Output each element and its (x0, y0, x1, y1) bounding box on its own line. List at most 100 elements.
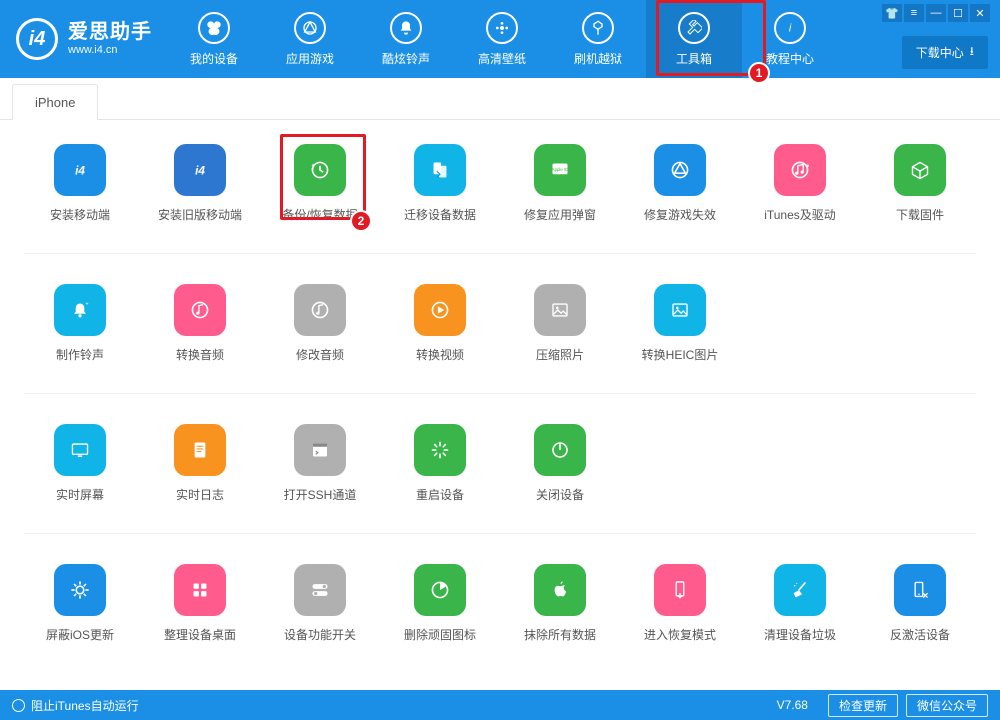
tool-label: 修复游戏失效 (644, 206, 716, 223)
annotation-badge-2: 2 (350, 210, 372, 232)
wallpapers-icon (486, 12, 518, 44)
logo-icon: i4 (16, 18, 58, 60)
tool-delete-stubborn-icon[interactable]: 删除顽固图标 (384, 558, 496, 649)
nav-label: 高清壁纸 (478, 50, 526, 67)
ringtones-icon (390, 12, 422, 44)
tool-modify-audio[interactable]: 修改音频 (264, 278, 376, 369)
tool-live-log[interactable]: 实时日志 (144, 418, 256, 509)
tool-open-ssh[interactable]: 打开SSH通道 (264, 418, 376, 509)
tool-make-ringtone[interactable]: +制作铃声 (24, 278, 136, 369)
tab-iphone[interactable]: iPhone (12, 84, 98, 120)
nav-flash-jailbreak[interactable]: 刷机越狱 (550, 0, 646, 78)
tool-label: 修复应用弹窗 (524, 206, 596, 223)
nav-label: 酷炫铃声 (382, 50, 430, 67)
tool-live-screen[interactable]: 实时屏幕 (24, 418, 136, 509)
fix-game-fail-icon (654, 144, 706, 196)
tool-label: 备份/恢复数据 (282, 206, 357, 223)
tool-label: 屏蔽iOS更新 (46, 626, 114, 643)
nav-toolbox[interactable]: 工具箱 (646, 0, 742, 78)
row-divider (24, 253, 976, 254)
tool-label: 转换音频 (176, 346, 224, 363)
minimize-button[interactable]: — (926, 4, 946, 22)
erase-all-data-icon (534, 564, 586, 616)
tool-convert-audio[interactable]: 转换音频 (144, 278, 256, 369)
tool-organize-desktop[interactable]: 整理设备桌面 (144, 558, 256, 649)
row-divider (24, 533, 976, 534)
tool-label: 实时日志 (176, 486, 224, 503)
tool-install-old-mobile[interactable]: i4安装旧版移动端 (144, 138, 256, 229)
tool-backup-restore[interactable]: 备份/恢复数据2 (264, 138, 376, 229)
nav-label: 刷机越狱 (574, 50, 622, 67)
nav-my-device[interactable]: 我的设备 (166, 0, 262, 78)
toolbox-content: i4安装移动端i4安装旧版移动端备份/恢复数据2迁移设备数据Apple ID修复… (0, 120, 1000, 690)
menu-icon[interactable]: ≡ (904, 4, 924, 22)
tool-label: 反激活设备 (890, 626, 950, 643)
svg-text:i4: i4 (75, 163, 85, 177)
live-screen-icon (54, 424, 106, 476)
make-ringtone-icon: + (54, 284, 106, 336)
reboot-device-icon (414, 424, 466, 476)
tool-install-mobile[interactable]: i4 安装移动端 (24, 138, 136, 229)
tool-block-ios-update[interactable]: 屏蔽iOS更新 (24, 558, 136, 649)
wechat-button[interactable]: 微信公众号 (906, 694, 988, 717)
nav-label: 应用游戏 (286, 50, 334, 67)
nav-label: 教程中心 (766, 50, 814, 67)
nav-ringtones[interactable]: 酷炫铃声 (358, 0, 454, 78)
convert-video-icon (414, 284, 466, 336)
tool-fix-app-popup[interactable]: Apple ID 修复应用弹窗 (504, 138, 616, 229)
block-itunes-label[interactable]: 阻止iTunes自动运行 (31, 697, 139, 714)
tool-convert-video[interactable]: 转换视频 (384, 278, 496, 369)
app-subtitle: www.i4.cn (68, 44, 152, 57)
tool-enter-recovery[interactable]: 进入恢复模式 (624, 558, 736, 649)
convert-audio-icon (174, 284, 226, 336)
install-old-mobile-icon: i4 (174, 144, 226, 196)
tool-label: iTunes及驱动 (764, 206, 836, 223)
download-center-label: 下载中心 (916, 44, 964, 61)
window-controls: 👕 ≡ — ☐ ✕ (882, 4, 990, 22)
download-center-button[interactable]: 下载中心 ⭳ (902, 36, 988, 69)
close-button[interactable]: ✕ (970, 4, 990, 22)
nav-label: 我的设备 (190, 50, 238, 67)
svg-text:i: i (789, 22, 792, 34)
maximize-button[interactable]: ☐ (948, 4, 968, 22)
annotation-badge-1: 1 (748, 62, 770, 84)
tool-migrate-data[interactable]: 迁移设备数据 (384, 138, 496, 229)
check-update-button[interactable]: 检查更新 (828, 694, 898, 717)
tool-compress-photo[interactable]: 压缩照片 (504, 278, 616, 369)
tool-download-firmware[interactable]: 下载固件 (864, 138, 976, 229)
modify-audio-icon (294, 284, 346, 336)
deactivate-device-icon (894, 564, 946, 616)
nav-label: 工具箱 (676, 50, 712, 67)
tool-device-switches[interactable]: 设备功能开关 (264, 558, 376, 649)
tool-label: 设备功能开关 (284, 626, 356, 643)
logo-text: 爱思助手 www.i4.cn (68, 21, 152, 57)
tool-label: 安装移动端 (50, 206, 110, 223)
tool-convert-heic[interactable]: 转换HEIC图片 (624, 278, 736, 369)
fix-app-popup-icon: Apple ID (534, 144, 586, 196)
tool-itunes-driver[interactable]: iTunes及驱动 (744, 138, 856, 229)
tool-reboot-device[interactable]: 重启设备 (384, 418, 496, 509)
itunes-driver-icon (774, 144, 826, 196)
compress-photo-icon (534, 284, 586, 336)
toolbox-icon (678, 12, 710, 44)
apps-games-icon (294, 12, 326, 44)
tool-label: 重启设备 (416, 486, 464, 503)
install-mobile-icon: i4 (54, 144, 106, 196)
delete-stubborn-icon-icon (414, 564, 466, 616)
my-device-icon (198, 12, 230, 44)
svg-text:Apple ID: Apple ID (552, 167, 568, 172)
tool-shutdown-device[interactable]: 关闭设备 (504, 418, 616, 509)
tool-fix-game-fail[interactable]: 修复游戏失效 (624, 138, 736, 229)
tool-grid: i4安装移动端i4安装旧版移动端备份/恢复数据2迁移设备数据Apple ID修复… (24, 138, 976, 649)
tshirt-icon[interactable]: 👕 (882, 4, 902, 22)
nav-apps-games[interactable]: 应用游戏 (262, 0, 358, 78)
nav-wallpapers[interactable]: 高清壁纸 (454, 0, 550, 78)
tool-clean-junk[interactable]: 清理设备垃圾 (744, 558, 856, 649)
tool-deactivate-device[interactable]: 反激活设备 (864, 558, 976, 649)
tool-erase-all-data[interactable]: 抹除所有数据 (504, 558, 616, 649)
svg-text:i4: i4 (195, 163, 205, 177)
download-firmware-icon (894, 144, 946, 196)
backup-restore-icon (294, 144, 346, 196)
tool-label: 整理设备桌面 (164, 626, 236, 643)
tool-label: 修改音频 (296, 346, 344, 363)
